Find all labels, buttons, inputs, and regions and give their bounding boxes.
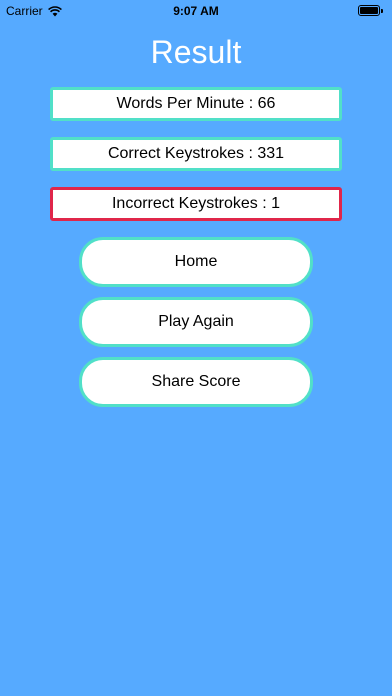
page-title: Result	[150, 34, 242, 70]
home-button[interactable]: Home	[79, 237, 313, 287]
words-per-minute-box: Words Per Minute : 66	[50, 87, 342, 121]
play-again-button[interactable]: Play Again	[79, 297, 313, 347]
correct-keystrokes-box: Correct Keystrokes : 331	[50, 137, 342, 171]
battery-level	[360, 7, 378, 14]
share-score-button[interactable]: Share Score	[79, 357, 313, 407]
status-bar: Carrier 9:07 AM	[0, 0, 392, 22]
incorrect-keystrokes-box: Incorrect Keystrokes : 1	[50, 187, 342, 221]
battery-icon	[358, 5, 384, 17]
status-time: 9:07 AM	[173, 4, 219, 18]
